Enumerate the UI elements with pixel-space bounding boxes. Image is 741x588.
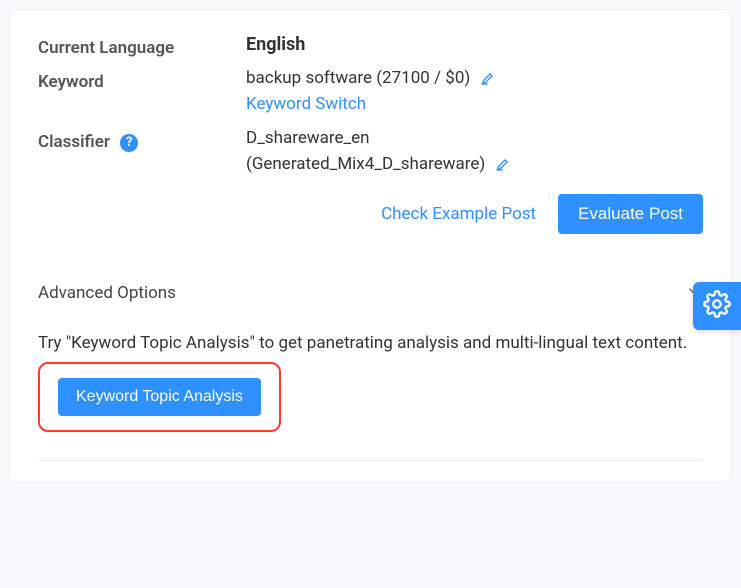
- value-classifier-sub: (Generated_Mix4_D_shareware): [246, 154, 485, 174]
- label-keyword: Keyword: [38, 68, 246, 92]
- row-classifier: Classifier ? D_shareware_en (Generated_M…: [38, 128, 703, 180]
- value-classifier: D_shareware_en: [246, 128, 370, 148]
- label-classifier: Classifier ?: [38, 128, 246, 152]
- value-language: English: [246, 34, 305, 55]
- value-keyword: backup software (27100 / $0): [246, 68, 470, 88]
- settings-card: Current Language English Keyword backup …: [10, 10, 731, 481]
- advanced-options-body: Try "Keyword Topic Analysis" to get pane…: [38, 330, 703, 432]
- divider: [38, 460, 703, 461]
- check-example-link[interactable]: Check Example Post: [381, 204, 536, 224]
- settings-tab[interactable]: [693, 282, 741, 330]
- row-language: Current Language English: [38, 34, 703, 58]
- evaluate-post-button[interactable]: Evaluate Post: [558, 194, 703, 234]
- advanced-options-header[interactable]: Advanced Options: [38, 282, 703, 310]
- row-keyword: Keyword backup software (27100 / $0) Key…: [38, 68, 703, 114]
- label-language: Current Language: [38, 34, 246, 58]
- edit-classifier-icon[interactable]: [495, 156, 511, 172]
- edit-keyword-icon[interactable]: [480, 70, 496, 86]
- gear-icon: [703, 290, 731, 322]
- advanced-hint: Try "Keyword Topic Analysis" to get pane…: [38, 330, 703, 356]
- keyword-topic-analysis-button[interactable]: Keyword Topic Analysis: [58, 378, 261, 416]
- advanced-options-title: Advanced Options: [38, 283, 176, 303]
- help-icon[interactable]: ?: [120, 134, 138, 152]
- actions-row: Check Example Post Evaluate Post: [38, 194, 703, 234]
- keyword-switch-link[interactable]: Keyword Switch: [246, 94, 366, 114]
- label-classifier-text: Classifier: [38, 132, 110, 152]
- cta-highlight-box: Keyword Topic Analysis: [38, 362, 281, 432]
